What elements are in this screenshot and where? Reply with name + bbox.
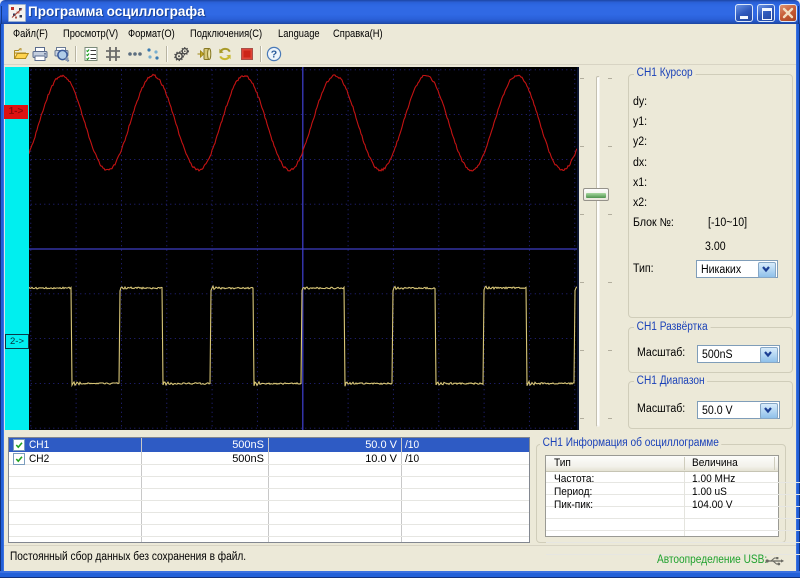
svg-text:?: ? (271, 49, 277, 61)
